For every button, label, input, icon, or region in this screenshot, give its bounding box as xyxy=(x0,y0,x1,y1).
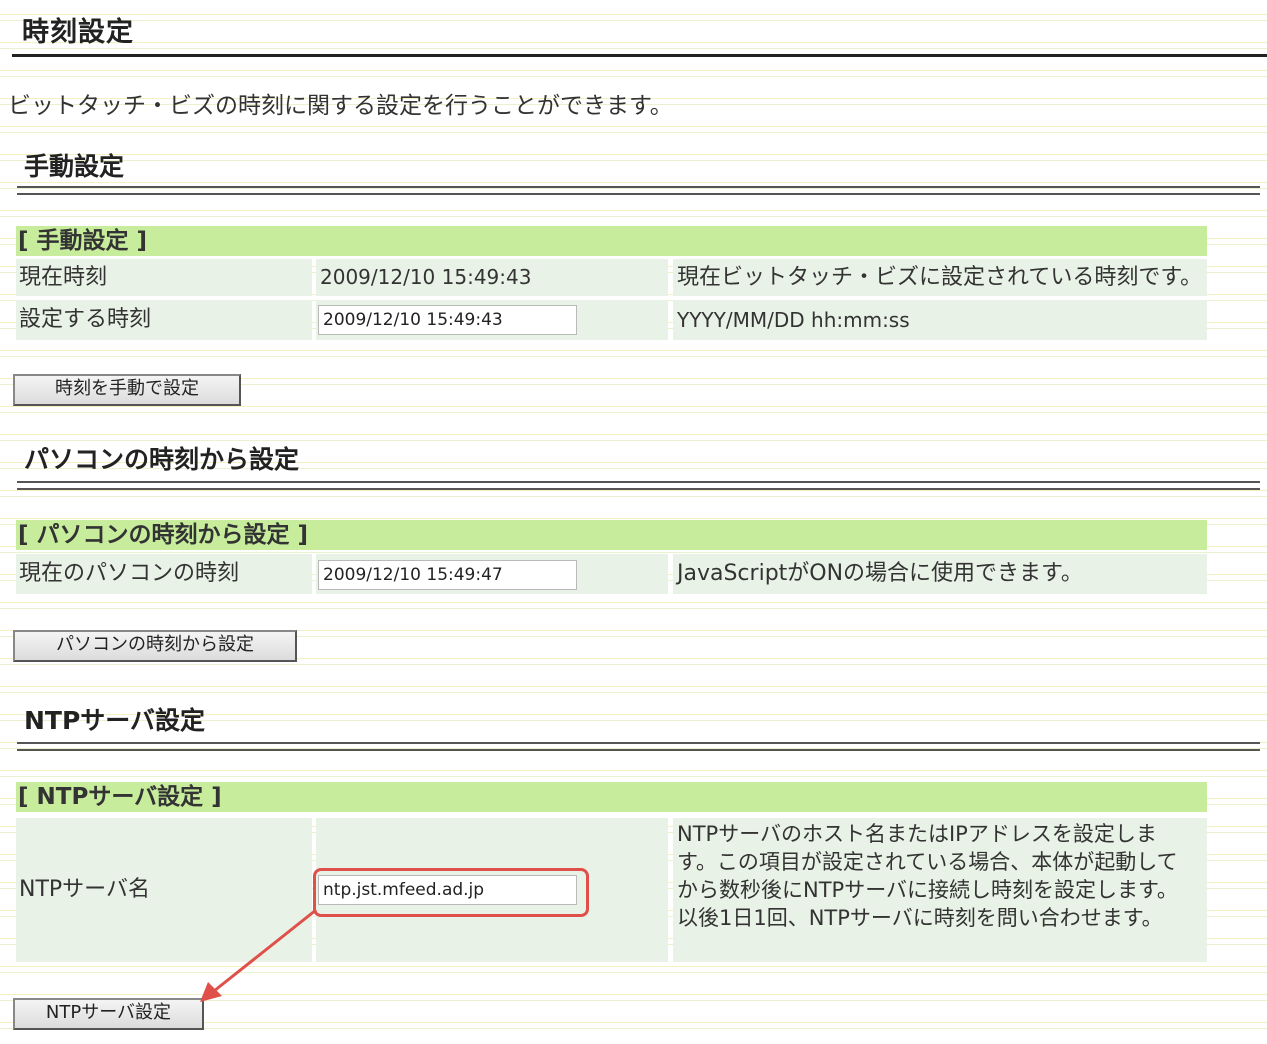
annotation-arrow-icon xyxy=(200,908,317,1002)
